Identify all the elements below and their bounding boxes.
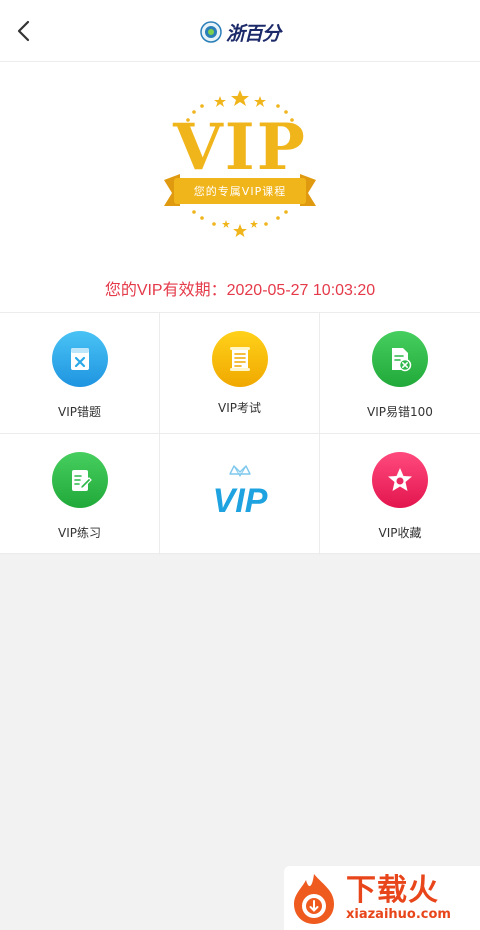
- back-button[interactable]: [8, 14, 38, 48]
- vip-practice-item[interactable]: VIP练习: [0, 434, 160, 555]
- vip-crown-logo: VIP: [213, 465, 268, 520]
- vip-expiry-text: 您的VIP有效期：2020-05-27 10:03:20: [104, 282, 376, 299]
- vip-exam-label: VIP考试: [218, 401, 261, 415]
- vip-ribbon-text: 您的专属VIP课程: [193, 185, 287, 198]
- vip-logo-text: VIP: [213, 482, 268, 520]
- vip-feature-grid: VIP错题 VIP考试 VIP易错100 VIP练习 VIP VIP收藏: [0, 312, 480, 555]
- mistake-book-icon: [52, 331, 108, 387]
- favorite-star-icon: [372, 452, 428, 508]
- app-logo: 浙百分: [200, 18, 281, 46]
- vip-exam-item[interactable]: VIP考试: [160, 313, 320, 434]
- exam-scroll-icon: [212, 331, 268, 387]
- vip-emblem: VIP 您的专属VIP课程: [150, 82, 330, 242]
- watermark: 下载火 xiazaihuo.com: [284, 866, 480, 930]
- vip-mistakes-label: VIP错题: [58, 405, 101, 419]
- vip-title: VIP: [173, 110, 307, 185]
- practice-edit-icon: [52, 452, 108, 508]
- brand-name: 浙百分: [226, 22, 281, 45]
- watermark-main-text: 下载火: [346, 873, 439, 908]
- watermark-sub-text: xiazaihuo.com: [346, 907, 451, 922]
- vip-practice-label: VIP练习: [58, 526, 101, 540]
- vip-logo-item[interactable]: VIP: [160, 434, 320, 555]
- app-header: 浙百分: [0, 0, 480, 62]
- vip-hero: VIP 您的专属VIP课程 您的VIP有效期：2020-05-27 10:03:…: [0, 62, 480, 312]
- vip-error-prone-item[interactable]: VIP易错100: [320, 313, 480, 434]
- vip-favorites-item[interactable]: VIP收藏: [320, 434, 480, 555]
- vip-mistakes-item[interactable]: VIP错题: [0, 313, 160, 434]
- flame-logo-icon: [294, 874, 334, 924]
- brand-emblem-icon: [200, 21, 222, 43]
- vip-error-prone-label: VIP易错100: [367, 405, 433, 419]
- error-doc-icon: [372, 331, 428, 387]
- chevron-left-icon: [17, 20, 30, 42]
- vip-favorites-label: VIP收藏: [378, 526, 422, 540]
